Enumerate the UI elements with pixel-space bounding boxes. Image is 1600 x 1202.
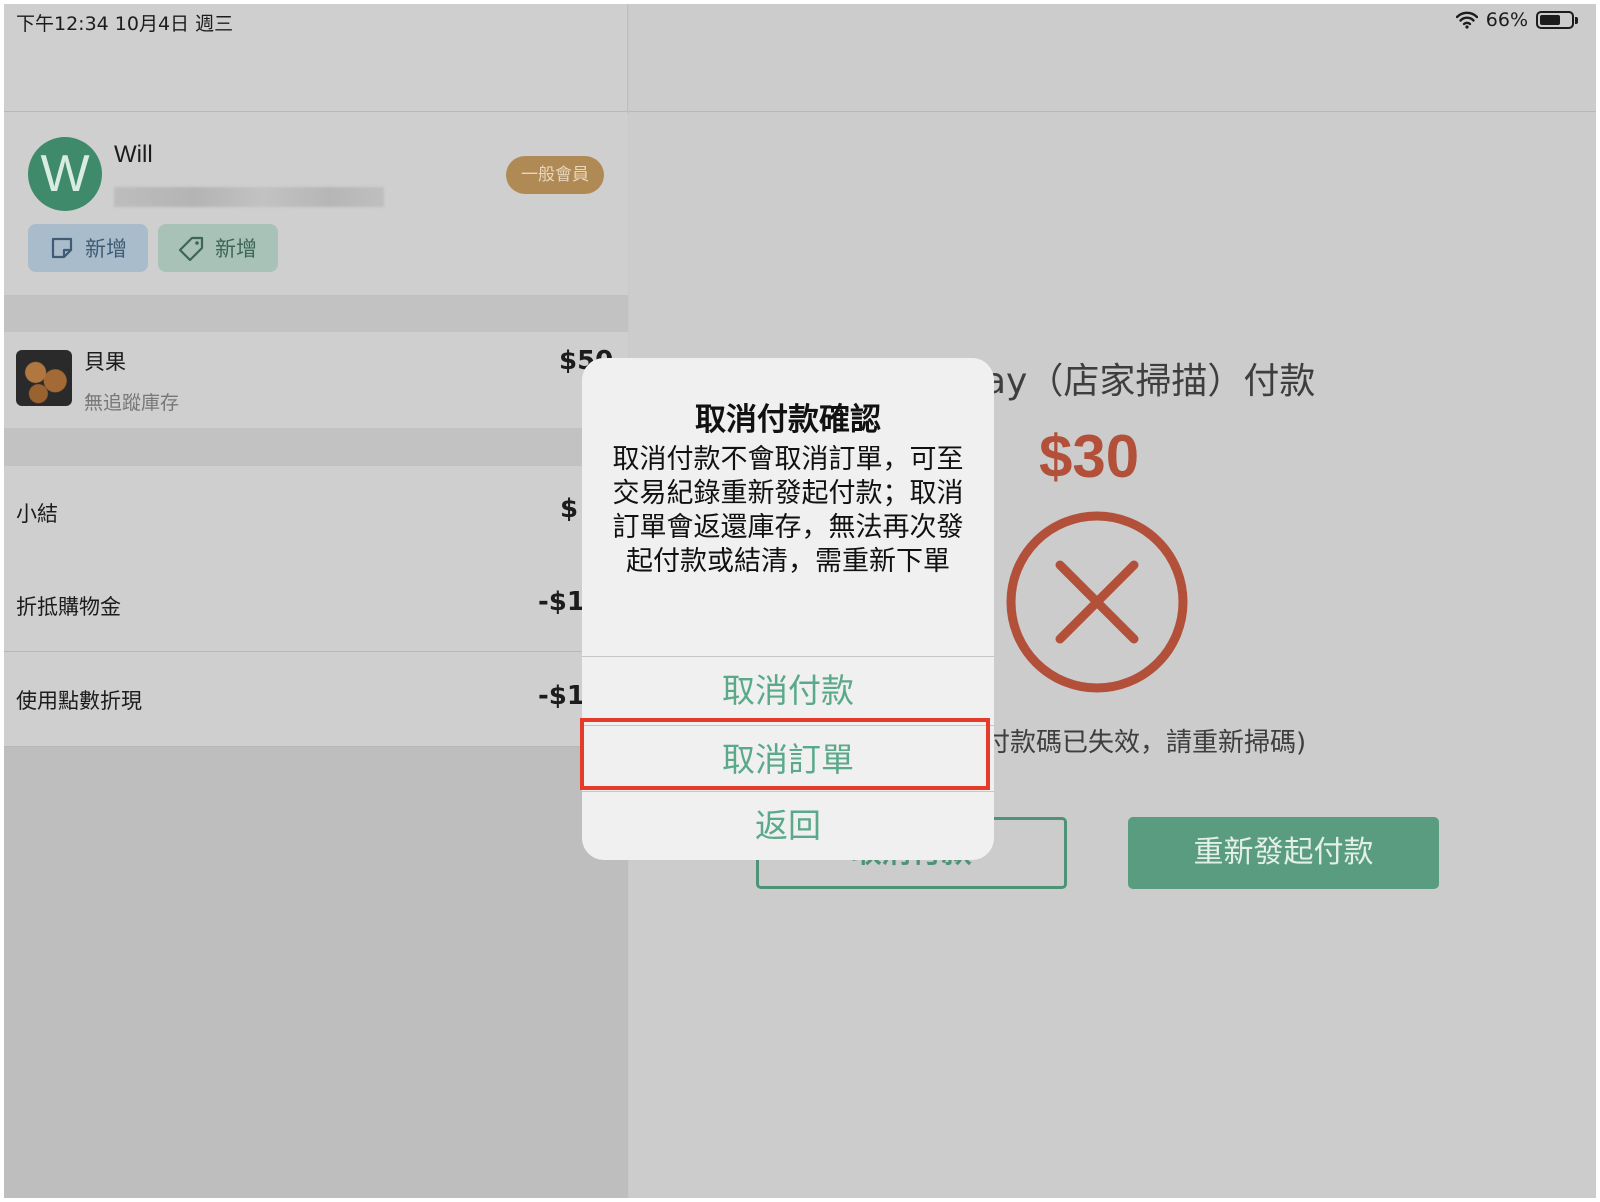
member-phone-redacted — [114, 187, 384, 207]
payment-method-title: ay（店家掃描）付款 — [984, 361, 1316, 402]
dialog-title: 取消付款確認 — [695, 402, 881, 438]
member-level-badge: 一般會員 — [506, 156, 604, 194]
status-time-date: 下午12:34 10月4日 週三 — [16, 13, 234, 35]
screen: W Will 一般會員 新增 新增 貝果 無追蹤庫存 $50 小結 $ 折抵購物… — [4, 4, 1596, 1198]
battery-icon — [1536, 11, 1578, 29]
order-item-row[interactable]: 貝果 無追蹤庫存 $50 — [4, 332, 628, 428]
status-bar: 下午12:34 10月4日 週三 66% — [4, 4, 1596, 36]
member-card[interactable]: W Will 一般會員 新增 新增 — [4, 113, 628, 295]
dialog-cancel-payment-button[interactable]: 取消付款 — [582, 657, 994, 725]
battery-percent: 66% — [1485, 9, 1528, 31]
bagel-product-image — [16, 350, 72, 406]
retry-payment-button[interactable]: 重新發起付款 — [1128, 817, 1439, 889]
note-icon — [51, 237, 73, 259]
avatar: W — [28, 137, 102, 211]
section-divider — [4, 295, 628, 332]
battery-level — [1540, 15, 1560, 25]
add-note-button[interactable]: 新增 — [28, 224, 148, 272]
add-tag-button[interactable]: 新增 — [158, 224, 278, 272]
summary-value: -$1 — [538, 587, 585, 617]
payment-failed-icon — [1006, 511, 1188, 693]
order-panel-empty-area — [4, 746, 628, 1198]
summary-label: 折抵購物金 — [16, 595, 121, 619]
wifi-icon — [1455, 11, 1478, 29]
payment-status-message: 付款碼已失效，請重新掃碼) — [984, 728, 1307, 758]
member-name: Will — [114, 141, 153, 168]
add-note-label: 新增 — [85, 237, 127, 261]
product-inventory-note: 無追蹤庫存 — [84, 392, 180, 414]
dialog-message: 取消付款不會取消訂單，可至交易紀錄重新發起付款；取消訂單會返還庫存，無法再次發起… — [612, 444, 964, 577]
summary-row-subtotal: 小結 $ — [4, 466, 628, 559]
summary-value: -$1 — [538, 681, 585, 711]
product-name: 貝果 — [84, 350, 126, 374]
summary-row-points: 使用點數折現 -$1 — [4, 653, 628, 746]
add-tag-label: 新增 — [215, 237, 257, 261]
highlight-annotation — [580, 718, 990, 790]
summary-value: $ — [560, 494, 579, 524]
order-summary: 小結 $ 折抵購物金 -$1 使用點數折現 -$1 — [4, 466, 628, 746]
payment-amount: $30 — [1039, 423, 1140, 490]
section-divider — [4, 428, 628, 466]
dialog-back-button[interactable]: 返回 — [582, 792, 994, 860]
summary-label: 使用點數折現 — [16, 689, 142, 713]
summary-label: 小結 — [16, 502, 58, 526]
summary-row-credit: 折抵購物金 -$1 — [4, 559, 628, 652]
status-indicators: 66% — [1455, 9, 1578, 31]
tag-icon — [179, 236, 204, 261]
order-panel: W Will 一般會員 新增 新增 貝果 無追蹤庫存 $50 小結 $ 折抵購物… — [4, 4, 628, 1198]
